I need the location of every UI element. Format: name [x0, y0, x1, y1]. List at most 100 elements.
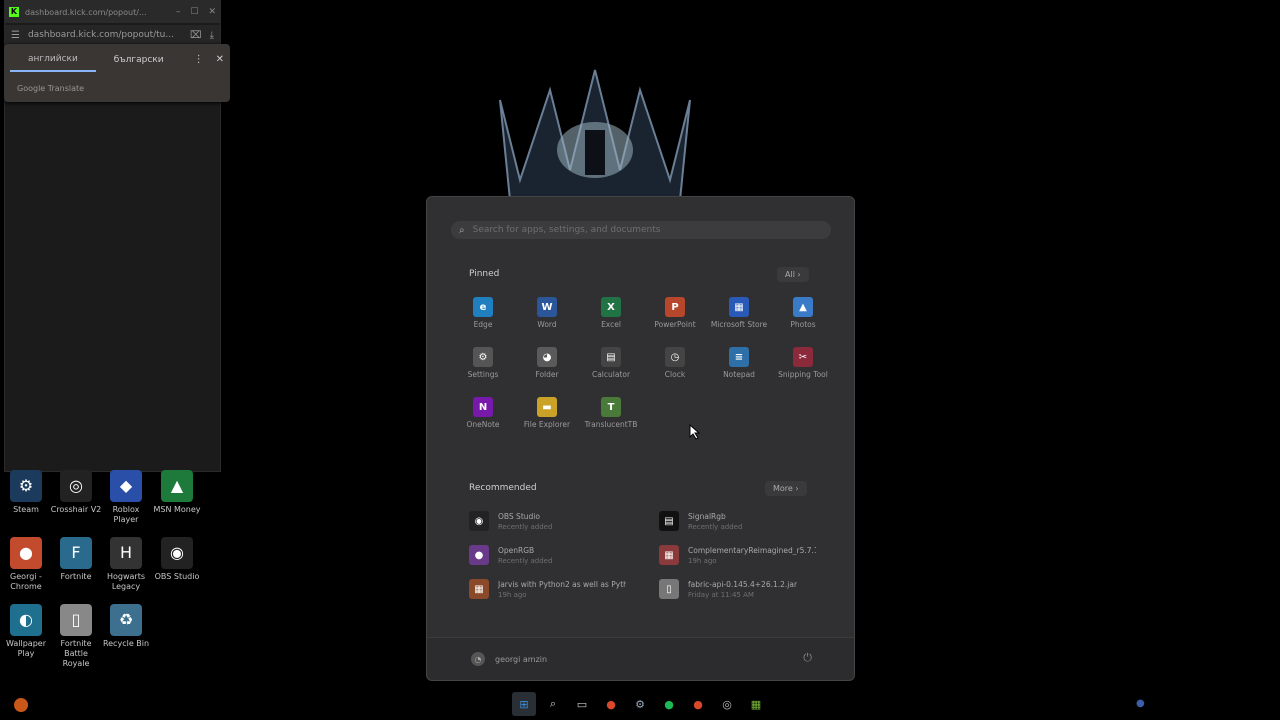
- recommended-item[interactable]: ▦ Jarvis with Python2 as well as Pyth... 1…: [469, 579, 659, 599]
- desktop-icon-msn-money[interactable]: ▲ MSN Money: [151, 470, 203, 515]
- recommended-item[interactable]: ▦ ComplementaryReimagined_r5.7.1... 19h ag…: [659, 545, 839, 565]
- file-icon: ◉: [469, 511, 489, 531]
- file-icon: ▦: [659, 545, 679, 565]
- desktop-icon-fortnite[interactable]: F Fortnite: [50, 537, 102, 582]
- recommended-item-time: Friday at 11:45 AM: [688, 590, 754, 599]
- chrome-profile-icon[interactable]: ●: [686, 692, 710, 716]
- desktop-icon-fortnite-battle-royale[interactable]: ▯ Fortnite Battle Royale: [50, 604, 102, 669]
- recommended-grid: ◉ OBS Studio Recently added ▤ SignalRgb Recen…: [469, 511, 839, 599]
- desktop-icon-crosshair-v2[interactable]: ◎ Crosshair V2: [50, 470, 102, 515]
- start-icon[interactable]: ⊞: [512, 692, 536, 716]
- pinned-app-label: Folder: [535, 370, 559, 379]
- pinned-app-onenote[interactable]: N OneNote: [451, 397, 515, 429]
- pinned-app-snipping-tool[interactable]: ✂ Snipping Tool: [771, 347, 835, 379]
- recommended-item-name: SignalRgb: [688, 511, 726, 521]
- desktop-icon-roblox-player[interactable]: ◆ Roblox Player: [100, 470, 152, 525]
- chevron-right-icon: ›: [795, 484, 799, 493]
- desktop-icon-steam[interactable]: ⚙ Steam: [0, 470, 52, 515]
- chrome-icon[interactable]: ●: [599, 692, 623, 716]
- translate-icon[interactable]: ⌧: [190, 30, 202, 41]
- taskbar: ⊞ ⌕ ▭ ● ⚙ ● ● ◎ ▦ ●: [0, 690, 1280, 720]
- translate-bubble: английски български ⋮ ✕ Google Translate: [4, 44, 230, 102]
- recommended-item-time: 19h ago: [688, 556, 717, 565]
- pinned-app-calculator[interactable]: ▤ Calculator: [579, 347, 643, 379]
- desktop-icon-hogwarts-legacy[interactable]: H Hogwarts Legacy: [100, 537, 152, 592]
- file-icon: ●: [469, 545, 489, 565]
- pinned-app-excel[interactable]: X Excel: [579, 297, 643, 329]
- pinned-app-notepad[interactable]: ≡ Notepad: [707, 347, 771, 379]
- minecraft-icon[interactable]: ▦: [744, 692, 768, 716]
- spotify-icon[interactable]: ●: [657, 692, 681, 716]
- crosshair-icon[interactable]: ◎: [715, 692, 739, 716]
- more-button[interactable]: More ›: [765, 481, 807, 496]
- recommended-item-time: Recently added: [498, 556, 553, 565]
- taskbar-pinned-icons: ⊞ ⌕ ▭ ● ⚙ ● ● ◎ ▦: [512, 692, 773, 716]
- georgi-chrome-icon: ●: [10, 537, 42, 569]
- file-icon: ▯: [659, 579, 679, 599]
- recommended-item-name: fabric-api-0.145.4+26.1.2.jar: [688, 579, 798, 589]
- recommended-item[interactable]: ▤ SignalRgb Recently added: [659, 511, 839, 531]
- pinned-app-powerpoint[interactable]: P PowerPoint: [643, 297, 707, 329]
- task-view-icon[interactable]: ▭: [570, 692, 594, 716]
- maximize-icon[interactable]: ☐: [190, 7, 198, 17]
- file-icon: ▤: [659, 511, 679, 531]
- pinned-app-label: Photos: [790, 320, 816, 329]
- download-icon[interactable]: ⤓: [210, 30, 214, 41]
- pinned-app-translucenttb[interactable]: T TranslucentTB: [579, 397, 643, 429]
- recommended-item[interactable]: ● OpenRGB Recently added: [469, 545, 659, 565]
- minimize-icon[interactable]: –: [176, 7, 181, 17]
- search-input[interactable]: [470, 224, 815, 236]
- desktop-icon-wallpaper-play[interactable]: ◐ Wallpaper Play: [0, 604, 52, 659]
- close-icon[interactable]: ✕: [216, 54, 224, 65]
- desktop-icon-label: Fortnite: [60, 572, 92, 581]
- close-icon[interactable]: ✕: [208, 7, 216, 17]
- all-apps-button[interactable]: All ›: [777, 267, 809, 282]
- pinned-app-settings[interactable]: ⚙ Settings: [451, 347, 515, 379]
- recommended-item-time: 19h ago: [498, 590, 527, 599]
- wallpaper-crown-art: [499, 69, 691, 200]
- avatar-icon: ◔: [471, 652, 485, 666]
- microphone-icon[interactable]: ●: [1136, 698, 1145, 709]
- recommended-item-time: Recently added: [498, 522, 553, 531]
- start-search-box[interactable]: ⌕: [451, 221, 831, 239]
- pinned-app-photos[interactable]: ▲ Photos: [771, 297, 835, 329]
- weather-widget-icon[interactable]: [14, 698, 28, 712]
- translate-tab-target[interactable]: български: [96, 47, 182, 71]
- recommended-item-text: OBS Studio Recently added: [498, 512, 552, 531]
- pinned-app-clock[interactable]: ◷ Clock: [643, 347, 707, 379]
- more-options-icon[interactable]: ⋮: [194, 54, 204, 65]
- pinned-app-label: PowerPoint: [654, 320, 696, 329]
- power-icon[interactable]: ⏻: [803, 651, 812, 665]
- roblox-player-icon: ◆: [110, 470, 142, 502]
- pinned-app-file-explorer[interactable]: ▬ File Explorer: [515, 397, 579, 429]
- calculator-icon: ▤: [601, 347, 621, 367]
- desktop-icon-label: Wallpaper Play: [5, 639, 46, 658]
- recommended-item[interactable]: ▯ fabric-api-0.145.4+26.1.2.jar Friday at …: [659, 579, 839, 599]
- fortnite-battle-royale-icon: ▯: [60, 604, 92, 636]
- pinned-app-label: Notepad: [723, 370, 755, 379]
- pinned-app-word[interactable]: W Word: [515, 297, 579, 329]
- browser-title-bar[interactable]: K dashboard.kick.com/popout/... – ☐ ✕: [5, 1, 220, 23]
- address-url[interactable]: dashboard.kick.com/popout/tu...: [28, 30, 182, 40]
- pinned-app-label: Settings: [467, 370, 499, 379]
- pinned-app-label: Excel: [601, 320, 621, 329]
- desktop-icon-recycle-bin[interactable]: ♻ Recycle Bin: [100, 604, 152, 649]
- settings-icon: ⚙: [473, 347, 493, 367]
- translate-tab-source[interactable]: английски: [10, 46, 96, 72]
- translate-footer: Google Translate: [17, 84, 85, 93]
- recommended-item[interactable]: ◉ OBS Studio Recently added: [469, 511, 659, 531]
- pinned-app-microsoft-store[interactable]: ▦ Microsoft Store: [707, 297, 771, 329]
- desktop-icon-label: Hogwarts Legacy: [106, 572, 146, 591]
- desktop-icon-label: Steam: [13, 505, 39, 514]
- recommended-item-text: Jarvis with Python2 as well as Pyth... 19…: [498, 580, 626, 599]
- user-account-button[interactable]: ◔ georgi amzin: [471, 652, 547, 666]
- address-bar[interactable]: ☰ dashboard.kick.com/popout/tu... ⌧ ⤓: [5, 25, 220, 45]
- desktop-icon-obs-studio[interactable]: ◉ OBS Studio: [151, 537, 203, 582]
- desktop-icon-georgi-chrome[interactable]: ● Georgi - Chrome: [0, 537, 52, 592]
- pinned-app-edge[interactable]: e Edge: [451, 297, 515, 329]
- tune-icon[interactable]: ☰: [11, 30, 20, 41]
- search-icon[interactable]: ⌕: [541, 692, 565, 716]
- pinned-app-folder[interactable]: ◕ Folder: [515, 347, 579, 379]
- browser-window-title: dashboard.kick.com/popout/...: [25, 7, 147, 17]
- steam-icon[interactable]: ⚙: [628, 692, 652, 716]
